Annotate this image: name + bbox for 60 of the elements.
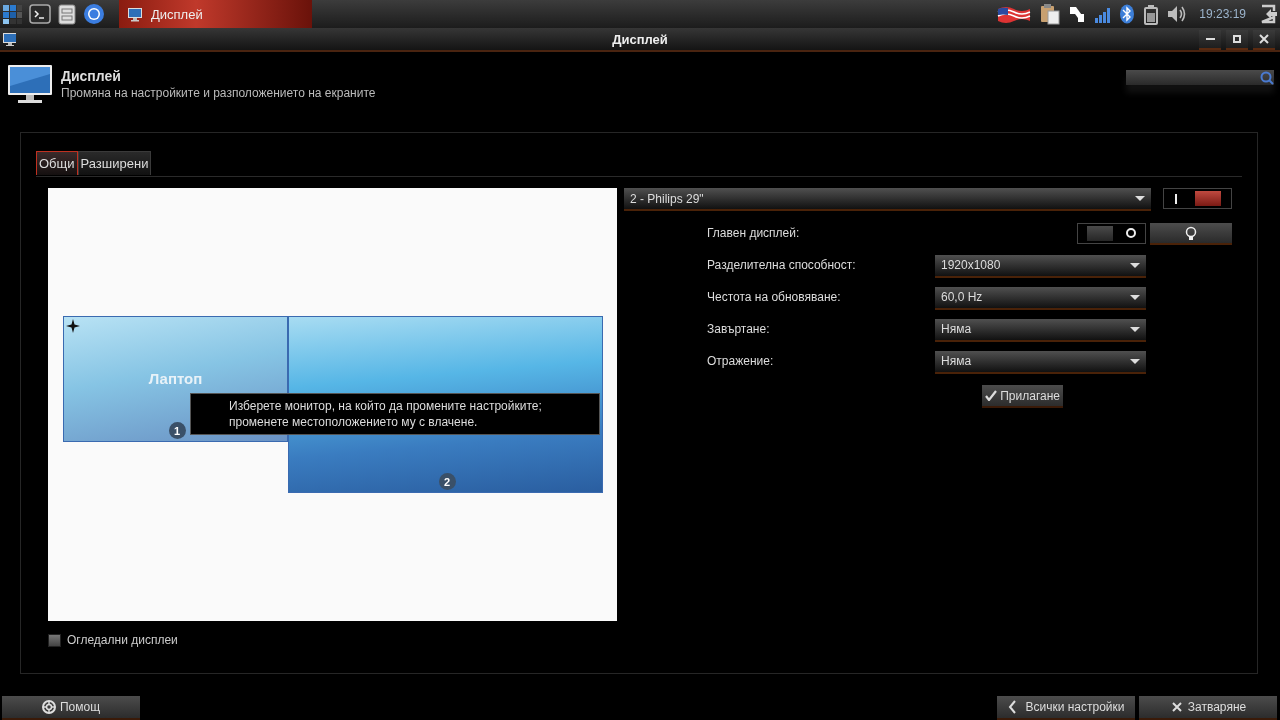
setting-label: Честота на обновяване: <box>707 290 842 304</box>
monitor-icon <box>7 64 53 104</box>
setting-label: Главен дисплей: <box>707 226 801 240</box>
monitor-dropdown[interactable]: 2 - Philips 29" <box>624 188 1151 209</box>
apply-button[interactable]: Прилагане <box>982 385 1063 406</box>
minimize-button[interactable] <box>1199 30 1221 48</box>
dropdown-arrow-icon <box>1130 294 1140 300</box>
tab[interactable]: Разширени <box>77 151 152 175</box>
setting-label: Разделителна способност: <box>707 258 857 272</box>
window-icon <box>2 32 16 46</box>
dropdown-arrow-icon <box>1135 196 1145 201</box>
setting-label: Отражение: <box>707 354 775 368</box>
monitor-icon <box>127 6 143 22</box>
dropdown[interactable]: 1920x1080 <box>935 254 1146 276</box>
task-button[interactable]: Дисплей <box>119 0 312 28</box>
back-button[interactable]: Всички настройки <box>997 696 1135 718</box>
maximize-icon <box>1232 34 1242 44</box>
circle-icon <box>1124 227 1137 239</box>
dropdown[interactable]: 60,0 Hz <box>935 286 1146 308</box>
battery-icon[interactable] <box>1143 3 1160 25</box>
toggle-switch[interactable] <box>1077 222 1147 244</box>
help-icon <box>41 700 56 714</box>
power-switch[interactable] <box>1163 188 1232 209</box>
close-button[interactable]: Затваряне <box>1139 696 1277 718</box>
terminal-icon[interactable] <box>29 4 51 24</box>
maximize-button[interactable] <box>1226 30 1248 48</box>
window-title: Дисплей <box>612 31 668 47</box>
clipboard-icon[interactable] <box>1040 3 1061 25</box>
bar-icon <box>1174 192 1179 205</box>
dropdown-arrow-icon <box>1130 326 1140 332</box>
page-title: Дисплей <box>61 68 122 84</box>
tooltip: Изберете монитор, на който да промените настройките; променете местоположението му с влачене. <box>190 393 600 435</box>
volume-icon[interactable] <box>1167 4 1188 24</box>
grid-icon[interactable] <box>2 3 23 25</box>
ring-icon[interactable] <box>83 3 105 25</box>
close-button[interactable] <box>1253 30 1275 48</box>
close-icon <box>1169 700 1184 714</box>
number-badge: 2 <box>438 473 456 490</box>
number-badge: 1 <box>168 422 186 439</box>
page-subtitle: Промяна на настройките и разположението на екраните <box>61 86 376 100</box>
checkbox-label: Огледални дисплеи <box>67 633 178 647</box>
search-icon <box>1260 70 1274 85</box>
cabinet-icon[interactable] <box>57 3 77 25</box>
check-icon <box>985 390 998 401</box>
checkbox[interactable] <box>48 633 61 647</box>
identify-button[interactable] <box>1150 223 1232 243</box>
tab[interactable]: Общи <box>36 151 78 175</box>
dropdown[interactable]: Няма <box>935 350 1146 372</box>
bulb-icon <box>1185 226 1198 240</box>
minimize-icon <box>1205 38 1215 40</box>
dropdown-arrow-icon <box>1130 358 1140 364</box>
close-icon <box>1259 34 1269 44</box>
clock: 19:23:19 <box>1199 7 1246 21</box>
search-field[interactable] <box>1126 70 1274 85</box>
dropdown[interactable]: Няма <box>935 318 1146 340</box>
dropdown-arrow-icon <box>1130 262 1140 268</box>
bluetooth-icon[interactable] <box>1119 4 1136 24</box>
monitor-label: Лаптоп <box>147 370 204 387</box>
setting-label: Завъртане: <box>707 322 771 336</box>
help-button[interactable]: Помощ <box>2 696 140 718</box>
